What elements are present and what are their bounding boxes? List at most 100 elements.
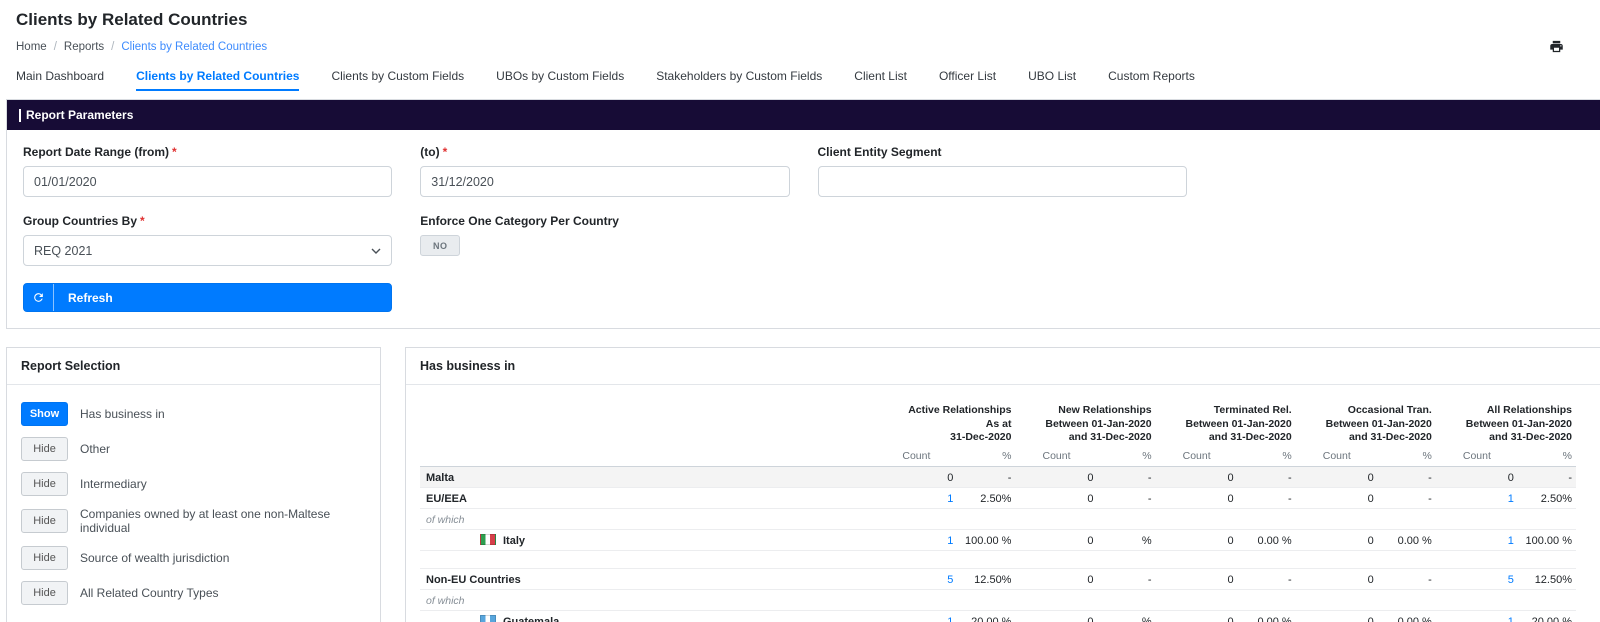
breadcrumb-item-home[interactable]: Home: [16, 41, 47, 53]
tab-ubos-by-custom-fields[interactable]: UBOs by Custom Fields: [496, 69, 624, 91]
date-from-input[interactable]: [23, 166, 393, 197]
report-selection-list: Show Has business in Hide Other Hide Intermed…: [7, 385, 380, 622]
count-link[interactable]: 1: [1508, 616, 1514, 622]
tab-client-list[interactable]: Client List: [854, 69, 907, 91]
cell-count: 0: [1155, 568, 1238, 590]
tab-custom-reports[interactable]: Custom Reports: [1108, 69, 1195, 91]
cell-count: [1015, 508, 1098, 530]
column-header-count-0: Count: [875, 446, 958, 467]
report-selection-label: All Related Country Types: [80, 586, 219, 600]
row-label-italy: Italy: [420, 529, 876, 551]
cell-count: [1435, 589, 1518, 611]
client-entity-segment-input[interactable]: [817, 166, 1187, 197]
report-selection-header: Report Selection: [7, 348, 380, 385]
spacer-row: [420, 550, 1576, 569]
count-link[interactable]: 1: [1508, 535, 1514, 547]
report-parameters-title: Report Parameters: [26, 108, 134, 122]
cell-pct: 2.50%: [1517, 487, 1576, 509]
cell-count: [1295, 508, 1378, 530]
has-business-in-panel: Has business in Active Relationships As a…: [405, 347, 1600, 622]
column-group-new-relationships: New Relationships Between 01-Jan-2020 and …: [1045, 404, 1152, 444]
breadcrumb-row: Home / Reports / Clients by Related Countrie…: [0, 34, 1600, 61]
count-link[interactable]: 1: [1508, 493, 1514, 505]
hide-toggle-button-intermediary[interactable]: Hide: [21, 472, 68, 496]
table-row-italy: Italy 1 100.00 % 0% 0 0.00 % 0 0.00 % 1 100.00 %: [420, 529, 1576, 551]
cell-count: 5: [1435, 568, 1518, 590]
cell-count: 0: [1295, 487, 1378, 509]
cell-pct: 0.00 %: [1237, 529, 1296, 551]
column-group-active-relationships: Active Relationships As at 31-Dec-2020: [908, 404, 1012, 444]
row-label-non-eu-countries: Non-EU Countries: [420, 568, 876, 590]
cell-pct: -: [1517, 466, 1576, 488]
required-marker: *: [140, 214, 145, 228]
cell-pct: [1237, 508, 1296, 530]
tab-officer-list[interactable]: Officer List: [939, 69, 996, 91]
table-row-non-eu-countries: Non-EU Countries 5 12.50% 0-0-0-5 12.50%: [420, 568, 1576, 590]
report-selection-label: Other: [80, 442, 111, 456]
cell-count: [1015, 589, 1098, 611]
report-selection-label: Source of wealth jurisdiction: [80, 551, 230, 565]
tab-clients-by-related-countries[interactable]: Clients by Related Countries: [136, 69, 300, 91]
cell-pct: 0.00 %: [1377, 610, 1436, 622]
cell-count: 1: [875, 610, 958, 622]
report-selection-panel: Report Selection Show Has business in Hide…: [6, 347, 381, 622]
tab-stakeholders-by-custom-fields[interactable]: Stakeholders by Custom Fields: [656, 69, 822, 91]
hide-toggle-button-all-related-country-types[interactable]: Hide: [21, 581, 68, 605]
cell-count: 0: [1155, 610, 1238, 622]
column-header-count-1: Count: [1015, 446, 1098, 467]
page-title: Clients by Related Countries: [16, 10, 248, 29]
breadcrumb: Home / Reports / Clients by Related Countrie…: [16, 41, 267, 53]
cell-count: 0: [875, 466, 958, 488]
count-link[interactable]: 1: [947, 493, 953, 505]
print-icon[interactable]: [1549, 39, 1564, 54]
cell-pct: -: [1097, 487, 1156, 509]
column-header-pct-1: %: [1097, 446, 1156, 467]
group-countries-by-value: REQ 2021: [34, 244, 93, 258]
breadcrumb-item-reports[interactable]: Reports: [64, 41, 104, 53]
field-enforce-one-category: Enforce One Category Per Country NO: [420, 214, 1584, 266]
cell-pct: -: [1377, 487, 1436, 509]
report-selection-row: Hide Other: [21, 437, 366, 461]
cell-pct: 0.00 %: [1377, 529, 1436, 551]
hide-toggle-button-companies-owned-by-at-least-one-non-maltese-individual[interactable]: Hide: [21, 509, 68, 533]
count-link[interactable]: 5: [947, 574, 953, 586]
count-link[interactable]: 1: [947, 535, 953, 547]
enforce-one-category-toggle[interactable]: NO: [420, 235, 461, 256]
date-from-label: Report Date Range (from) *: [23, 145, 177, 159]
cell-count: [875, 589, 958, 611]
tab-clients-by-custom-fields[interactable]: Clients by Custom Fields: [331, 69, 464, 91]
cell-count: 0: [1015, 487, 1098, 509]
cell-count: 5: [875, 568, 958, 590]
field-date-to: (to) *: [420, 145, 790, 197]
count-link[interactable]: 1: [947, 616, 953, 622]
group-countries-by-select[interactable]: REQ 2021: [23, 235, 393, 266]
date-to-label: (to) *: [420, 145, 448, 159]
tab-main-dashboard[interactable]: Main Dashboard: [16, 69, 104, 91]
report-selection-row: Hide All Related Country Types: [21, 581, 366, 605]
cell-pct: %: [1097, 610, 1156, 622]
table-row-of-which: of which: [420, 589, 1576, 611]
count-link[interactable]: 5: [1508, 574, 1514, 586]
date-to-input[interactable]: [420, 166, 790, 197]
cell-count: 0: [1015, 466, 1098, 488]
grid-spacer: [1215, 145, 1584, 197]
cell-count: 1: [875, 487, 958, 509]
group-countries-by-label: Group Countries By *: [23, 214, 145, 228]
show-toggle-button-has-business-in[interactable]: Show: [21, 402, 68, 426]
toggle-state-label: NO: [433, 240, 448, 251]
breadcrumb-item-clients-by-related-countries: Clients by Related Countries: [121, 40, 268, 53]
cell-pct: -: [1237, 568, 1296, 590]
guatemala-flag-icon: [480, 614, 496, 622]
refresh-button[interactable]: Refresh: [23, 283, 393, 312]
field-group-countries-by: Group Countries By * REQ 2021: [23, 214, 393, 266]
hide-toggle-button-other[interactable]: Hide: [21, 437, 68, 461]
hide-toggle-button-source-of-wealth-jurisdiction[interactable]: Hide: [21, 546, 68, 570]
column-header-count-2: Count: [1155, 446, 1238, 467]
cell-pct: 100.00 %: [1517, 529, 1576, 551]
refresh-button-label: Refresh: [68, 290, 113, 305]
cell-count: 1: [1435, 529, 1518, 551]
cell-count: 1: [875, 529, 958, 551]
field-date-from: Report Date Range (from) *: [23, 145, 393, 197]
tab-ubo-list[interactable]: UBO List: [1028, 69, 1076, 91]
cell-pct: 12.50%: [1517, 568, 1576, 590]
